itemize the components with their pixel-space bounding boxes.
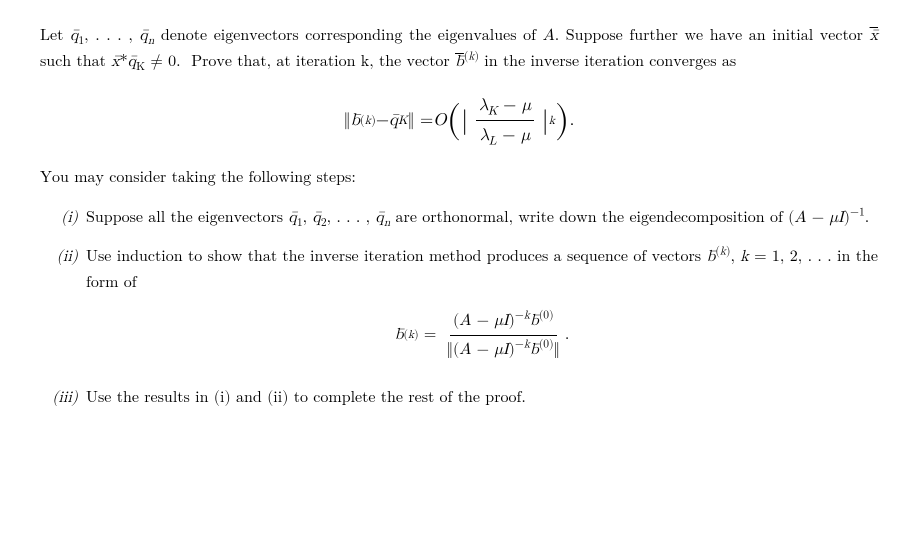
step-ii: (ii) Use induction to show that the inve… bbox=[40, 245, 878, 371]
main-content: Let q̄1, . . . , q̄n denote eigenvectors… bbox=[40, 24, 878, 411]
step-iii: (iii) Use the results in (i) and (ii) to… bbox=[40, 386, 878, 412]
steps-intro: You may consider taking the following st… bbox=[40, 166, 878, 192]
step-i-label: (i) bbox=[40, 206, 86, 230]
step-iii-content: Use the results in (i) and (ii) to compl… bbox=[86, 386, 878, 412]
intro-paragraph: Let q̄1, . . . , q̄n denote eigenvectors… bbox=[40, 24, 878, 75]
step-i-content: Suppose all the eigenvectors q̄1, q̄2, .… bbox=[86, 206, 878, 232]
step-ii-equation: b̄(k) = (A − μI)−kb̄(0) ‖(A − μI)−kb̄(0)… bbox=[86, 309, 878, 364]
step-list: (i) Suppose all the eigenvectors q̄1, q̄… bbox=[40, 206, 878, 412]
step-ii-label: (ii) bbox=[40, 245, 86, 269]
main-equation: ‖b̄(k) − q̄K‖ = O ( | λK − μ λL − μ | k … bbox=[40, 93, 878, 148]
step-i: (i) Suppose all the eigenvectors q̄1, q̄… bbox=[40, 206, 878, 232]
step-ii-content: Use induction to show that the inverse i… bbox=[86, 245, 878, 371]
step-iii-label: (iii) bbox=[40, 386, 86, 410]
